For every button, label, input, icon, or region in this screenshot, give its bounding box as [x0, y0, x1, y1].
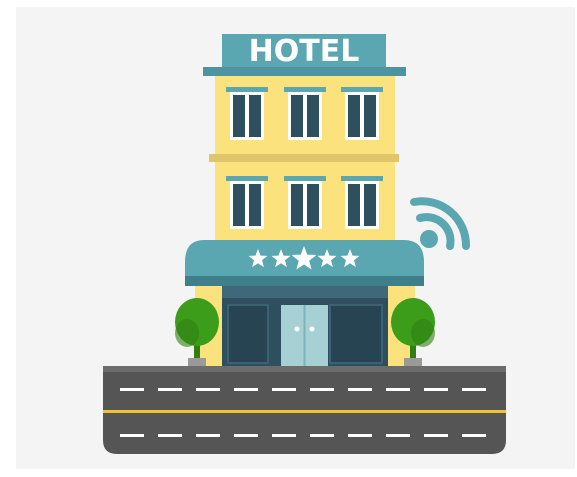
lane-dash	[348, 388, 372, 391]
lane-dash	[120, 434, 144, 437]
lane-dash	[310, 388, 334, 391]
window	[226, 176, 268, 229]
window	[341, 176, 383, 229]
lane-dash	[272, 388, 296, 391]
lane-dash	[462, 388, 486, 391]
road-center-line	[103, 410, 506, 413]
window	[284, 176, 326, 229]
wifi-icon	[410, 197, 471, 250]
entrance	[222, 286, 388, 366]
hotel-sign-text: HOTEL	[249, 34, 360, 69]
window	[284, 87, 326, 140]
lane-dash	[462, 434, 486, 437]
window	[226, 87, 268, 140]
awning	[185, 240, 424, 286]
lane-dash	[158, 434, 182, 437]
lane-dash	[120, 388, 144, 391]
illustration-canvas: HOTEL	[0, 0, 577, 477]
windows-lower-row	[226, 176, 383, 229]
hotel-illustration: HOTEL	[103, 34, 506, 454]
lane-dash	[234, 434, 258, 437]
lane-dash	[310, 434, 334, 437]
lane-dash	[424, 388, 448, 391]
lane-dash	[386, 388, 410, 391]
hotel-sign: HOTEL	[203, 34, 406, 76]
lane-dash	[386, 434, 410, 437]
window	[341, 87, 383, 140]
lane-dash	[424, 434, 448, 437]
windows-upper-row	[226, 87, 383, 140]
lane-dash	[272, 434, 296, 437]
entrance-door	[281, 305, 328, 366]
road	[103, 366, 506, 454]
lane-dash	[196, 434, 220, 437]
lane-dash	[234, 388, 258, 391]
lane-dash	[196, 388, 220, 391]
lane-dash	[348, 434, 372, 437]
lane-dash	[158, 388, 182, 391]
